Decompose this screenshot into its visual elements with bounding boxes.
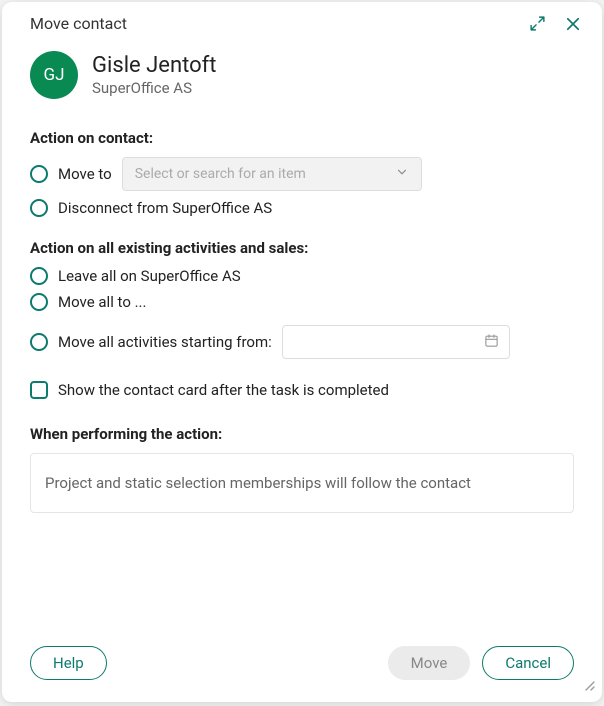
contact-header: GJ Gisle Jentoft SuperOffice AS (2, 41, 602, 117)
company-select-placeholder: Select or search for an item (135, 166, 306, 182)
radio-leave-all[interactable] (30, 267, 48, 285)
performing-label: When performing the action: (30, 425, 574, 443)
show-card-row: Show the contact card after the task is … (30, 381, 574, 399)
move-button-label: Move (411, 654, 448, 672)
radio-disconnect[interactable] (30, 199, 48, 217)
radio-leave-all-row: Leave all on SuperOffice AS (30, 267, 574, 285)
show-card-label: Show the contact card after the task is … (58, 381, 389, 399)
expand-icon[interactable] (529, 15, 546, 32)
radio-move-from-label: Move all activities starting from: (58, 333, 272, 351)
move-contact-dialog: Move contact GJ Gisle Jentoft SuperOffic… (2, 2, 602, 702)
radio-disconnect-row: Disconnect from SuperOffice AS (30, 199, 574, 217)
contact-name: Gisle Jentoft (92, 53, 217, 79)
radio-move-from-row: Move all activities starting from: (30, 325, 574, 359)
dialog-header: Move contact (2, 2, 602, 41)
radio-move-from[interactable] (30, 333, 48, 351)
performing-note: Project and static selection memberships… (30, 453, 574, 513)
help-button[interactable]: Help (30, 646, 107, 680)
radio-move-to-row: Move to Select or search for an item (30, 157, 574, 191)
action-contact-label: Action on contact: (30, 129, 574, 147)
action-activities-label: Action on all existing activities and sa… (30, 239, 574, 257)
radio-move-all-label: Move all to ... (58, 293, 146, 311)
radio-move-all-row: Move all to ... (30, 293, 574, 311)
dialog-footer: Help Move Cancel (2, 628, 602, 702)
radio-disconnect-label: Disconnect from SuperOffice AS (58, 199, 272, 217)
avatar: GJ (30, 51, 78, 99)
radio-move-all[interactable] (30, 293, 48, 311)
radio-leave-all-label: Leave all on SuperOffice AS (58, 267, 241, 285)
footer-actions: Move Cancel (388, 646, 574, 680)
calendar-icon (484, 333, 499, 352)
chevron-down-icon (395, 165, 409, 183)
close-icon[interactable] (564, 15, 582, 33)
avatar-initials: GJ (44, 65, 65, 85)
resize-handle-icon[interactable] (580, 676, 596, 696)
company-select[interactable]: Select or search for an item (122, 157, 422, 191)
contact-company: SuperOffice AS (92, 79, 217, 97)
show-card-checkbox[interactable] (30, 381, 48, 399)
dialog-body: Action on contact: Move to Select or sea… (2, 117, 602, 628)
radio-move-to-label: Move to (58, 165, 112, 183)
dialog-title: Move contact (30, 14, 127, 33)
date-input[interactable] (282, 325, 510, 359)
help-button-label: Help (53, 654, 84, 672)
cancel-button-label: Cancel (505, 654, 551, 672)
cancel-button[interactable]: Cancel (482, 646, 574, 680)
contact-info: Gisle Jentoft SuperOffice AS (92, 53, 217, 97)
header-actions (529, 15, 582, 33)
radio-move-to[interactable] (30, 165, 48, 183)
move-button[interactable]: Move (388, 646, 471, 680)
